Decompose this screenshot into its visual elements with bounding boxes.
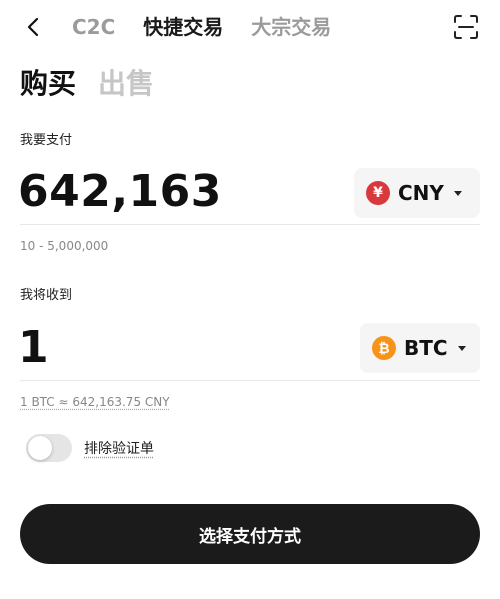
tab-c2c[interactable]: C2C: [72, 13, 115, 41]
top-nav: C2C 快捷交易 大宗交易: [0, 0, 500, 56]
scan-icon: [454, 15, 478, 39]
toggle-knob: [28, 436, 52, 460]
exclude-verified-label[interactable]: 排除验证单: [84, 438, 154, 458]
divider: [20, 224, 480, 225]
exclude-verified-row: 排除验证单: [26, 434, 154, 462]
pay-amount-input[interactable]: 642,163: [18, 166, 222, 218]
caret-down-icon: [457, 345, 466, 351]
receive-amount-input[interactable]: 1: [18, 322, 49, 374]
receive-currency-code: BTC: [404, 336, 448, 360]
select-payment-method-button[interactable]: 选择支付方式: [20, 504, 480, 564]
divider: [20, 380, 480, 381]
tab-block-trade[interactable]: 大宗交易: [251, 13, 331, 41]
tab-quick-trade[interactable]: 快捷交易: [143, 13, 223, 41]
receive-currency-selector[interactable]: ₿ BTC: [360, 323, 480, 373]
pay-currency-selector[interactable]: ¥ CNY: [354, 168, 480, 218]
nav-tabs: C2C 快捷交易 大宗交易: [72, 13, 331, 41]
pay-currency-code: CNY: [398, 181, 444, 205]
tab-sell[interactable]: 出售: [98, 64, 154, 104]
back-button[interactable]: [18, 12, 48, 42]
scan-button[interactable]: [452, 13, 480, 41]
pay-label: 我要支付: [20, 133, 73, 148]
tab-buy[interactable]: 购买: [20, 64, 76, 104]
trade-tabs: 购买 出售: [20, 64, 154, 104]
cny-coin-icon: ¥: [366, 181, 390, 205]
btc-coin-icon: ₿: [372, 336, 396, 360]
pay-range-hint: 10 - 5,000,000: [20, 239, 109, 253]
receive-label: 我将收到: [20, 288, 73, 303]
caret-down-icon: [453, 190, 462, 196]
chevron-left-icon: [27, 17, 39, 37]
exclude-verified-toggle[interactable]: [26, 434, 72, 462]
exchange-rate-hint[interactable]: 1 BTC ≈ 642,163.75 CNY: [20, 394, 170, 410]
